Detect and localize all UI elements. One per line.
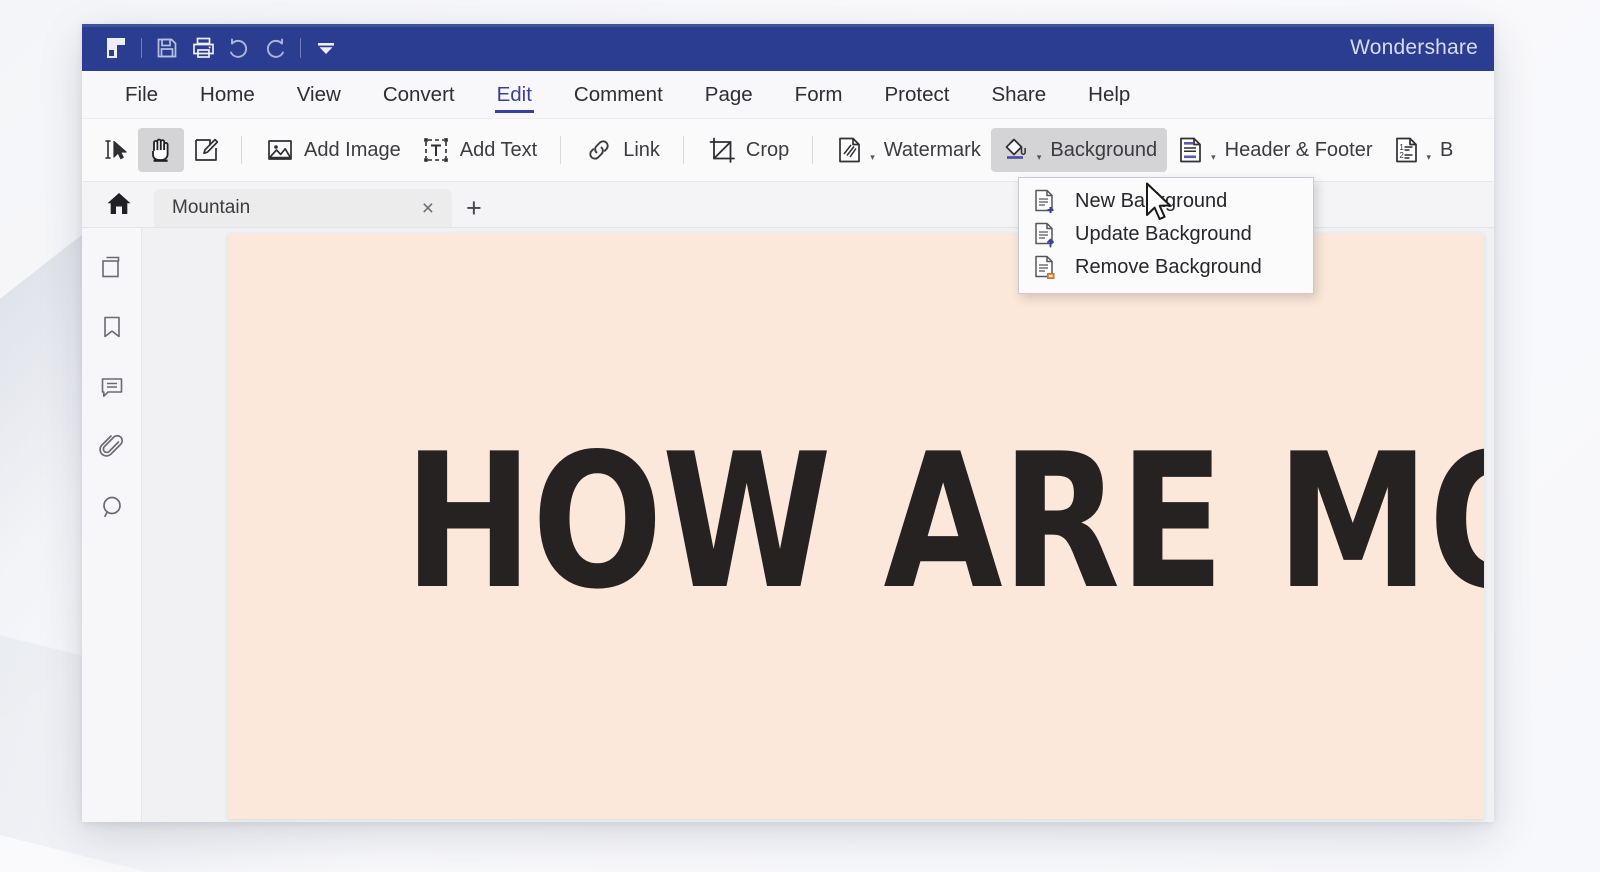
select-tool-icon[interactable] (94, 128, 138, 172)
link-icon (584, 135, 614, 165)
edit-tool-icon[interactable] (184, 128, 228, 172)
toolbar-divider-2 (300, 37, 301, 58)
new-tab-button[interactable]: + (452, 195, 496, 222)
ribbon-toolbar: Add Image Add Text Link Crop ▾ Watermark… (82, 119, 1494, 182)
bates-numbering-label: B (1440, 138, 1454, 161)
remove-background-label: Remove Background (1075, 256, 1262, 278)
menu-item-share[interactable]: Share (970, 71, 1067, 119)
update-background-label: Update Background (1075, 223, 1252, 245)
header-footer-chevron-down-icon[interactable]: ▾ (1211, 152, 1216, 163)
header-footer-button[interactable]: ▾ Header & Footer (1167, 128, 1382, 172)
background-label: Background (1050, 138, 1158, 161)
window-title: Wondershare (1350, 35, 1478, 59)
watermark-icon (836, 135, 864, 165)
crop-label: Crop (745, 138, 790, 161)
add-text-icon (421, 135, 451, 165)
background-chevron-down-icon[interactable]: ▾ (1037, 152, 1042, 163)
menu-item-view[interactable]: View (276, 71, 362, 119)
watermark-button[interactable]: ▾ Watermark (826, 128, 991, 172)
menu-item-home[interactable]: Home (179, 71, 276, 119)
add-text-label: Add Text (459, 138, 538, 161)
document-viewer[interactable]: HOW ARE MOUN (142, 228, 1494, 822)
menu-item-new-background[interactable]: New Background (1019, 185, 1313, 218)
header-footer-icon (1177, 135, 1205, 165)
menu-item-remove-background[interactable]: Remove Background (1019, 251, 1313, 284)
link-label: Link (623, 138, 660, 161)
crop-icon (707, 135, 737, 165)
document-tab[interactable]: Mountain × (154, 189, 452, 227)
menu-item-update-background[interactable]: Update Background (1019, 218, 1313, 251)
document-page[interactable]: HOW ARE MOUN (228, 234, 1484, 819)
menu-item-convert[interactable]: Convert (362, 71, 476, 119)
quick-access-toolbar (98, 32, 344, 64)
add-image-icon (265, 135, 295, 165)
title-bar: Wondershare (82, 24, 1494, 71)
link-button[interactable]: Link (574, 128, 670, 172)
update-background-icon (1033, 221, 1059, 249)
application-window: Wondershare File Home View Convert Edit … (82, 24, 1494, 822)
customize-toolbar-icon[interactable] (308, 32, 344, 64)
header-footer-label: Header & Footer (1224, 138, 1373, 161)
watermark-chevron-down-icon[interactable]: ▾ (870, 152, 875, 163)
sidebar-item-search[interactable] (95, 490, 129, 524)
hand-tool-icon[interactable] (138, 128, 184, 172)
page-heading-text: HOW ARE MOUN (404, 413, 1484, 630)
workspace: HOW ARE MOUN (82, 228, 1494, 822)
bates-numbering-chevron-down-icon[interactable]: ▾ (1427, 152, 1432, 163)
bates-numbering-icon: 1 2 (1393, 135, 1421, 165)
svg-text:2: 2 (1399, 151, 1404, 160)
title-bar-sheen (82, 24, 1494, 27)
redo-icon[interactable] (257, 32, 293, 64)
save-icon[interactable] (149, 32, 185, 64)
crop-button[interactable]: Crop (697, 128, 799, 172)
menu-item-page[interactable]: Page (684, 71, 774, 119)
menu-bar: File Home View Convert Edit Comment Page… (82, 71, 1494, 119)
menu-item-form[interactable]: Form (774, 71, 864, 119)
menu-item-file[interactable]: File (104, 71, 179, 119)
background-dropdown-menu: New Background Update Background Remove … (1018, 177, 1314, 294)
close-icon[interactable]: × (418, 198, 438, 219)
new-background-label: New Background (1075, 190, 1228, 212)
ribbon-divider-3 (682, 136, 684, 164)
sidebar-item-comments[interactable] (95, 370, 129, 404)
add-text-button[interactable]: Add Text (411, 128, 547, 172)
app-logo-icon[interactable] (98, 32, 134, 64)
add-image-label: Add Image (304, 138, 401, 161)
ribbon-divider-4 (812, 136, 814, 164)
ribbon-divider-1 (241, 136, 242, 164)
menu-item-edit[interactable]: Edit (476, 71, 553, 119)
left-sidebar (82, 228, 142, 822)
print-icon[interactable] (185, 32, 221, 64)
background-icon (1001, 135, 1031, 165)
home-icon[interactable] (96, 181, 142, 227)
document-tab-title: Mountain (172, 197, 251, 218)
toolbar-divider-1 (141, 37, 142, 58)
menu-item-help[interactable]: Help (1067, 71, 1151, 119)
bates-numbering-button[interactable]: 1 2 ▾ B (1383, 128, 1464, 172)
menu-item-protect[interactable]: Protect (864, 71, 971, 119)
undo-icon[interactable] (221, 32, 257, 64)
remove-background-icon (1033, 254, 1059, 282)
background-button[interactable]: ▾ Background (990, 128, 1168, 172)
new-background-icon (1033, 188, 1059, 216)
sidebar-item-thumbnails[interactable] (95, 250, 129, 284)
watermark-label: Watermark (883, 138, 981, 161)
sidebar-item-attachments[interactable] (95, 430, 129, 464)
sidebar-item-bookmarks[interactable] (95, 310, 129, 344)
menu-item-comment[interactable]: Comment (553, 71, 684, 119)
add-image-button[interactable]: Add Image (255, 128, 411, 172)
ribbon-divider-2 (560, 136, 562, 164)
